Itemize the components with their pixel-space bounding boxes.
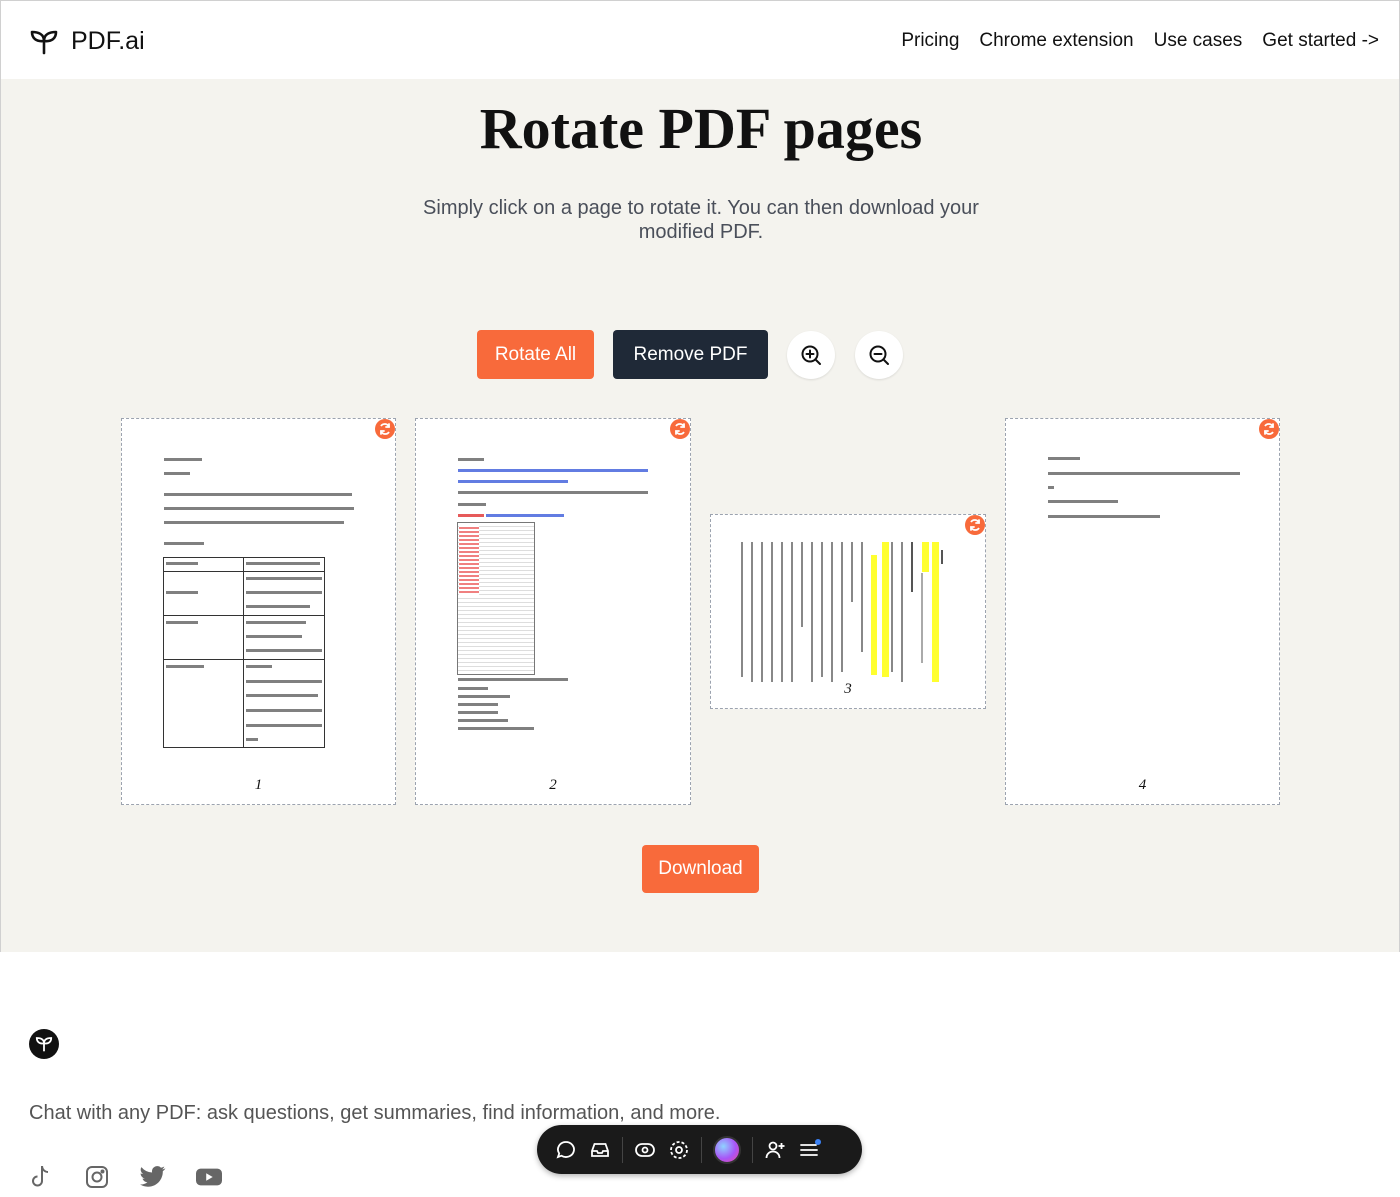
header: PDF.ai Pricing Chrome extension Use case…: [0, 0, 1400, 79]
rotate-page-icon[interactable]: [375, 419, 395, 439]
logo[interactable]: PDF.ai: [29, 27, 145, 56]
zoom-in-button[interactable]: [787, 330, 835, 379]
top-nav: Pricing Chrome extension Use cases Get s…: [901, 30, 1379, 52]
instagram-icon[interactable]: [84, 1164, 110, 1190]
rotate-page-icon[interactable]: [965, 515, 985, 535]
page-number: 2: [549, 777, 557, 793]
notification-dot: [815, 1138, 821, 1145]
page-number: 1: [254, 777, 263, 793]
nav-get-started[interactable]: Get started ->: [1262, 30, 1379, 52]
rotate-page-icon[interactable]: [1259, 419, 1279, 439]
chat-icon[interactable]: [549, 1133, 583, 1167]
menu-icon[interactable]: [792, 1133, 826, 1167]
page-subtitle: Simply click on a page to rotate it. You…: [423, 197, 979, 243]
nav-chrome-extension[interactable]: Chrome extension: [979, 30, 1133, 52]
footer-tagline: Chat with any PDF: ask questions, get su…: [29, 1102, 721, 1124]
inbox-icon[interactable]: [583, 1133, 617, 1167]
toolbar-divider: [752, 1136, 753, 1163]
logo-text: PDF.ai: [71, 27, 145, 55]
sprout-logo-icon: [30, 30, 58, 54]
footer-logo[interactable]: [29, 1029, 59, 1059]
twitter-icon[interactable]: [140, 1164, 166, 1190]
toolbar: Rotate All Remove PDF: [477, 330, 903, 379]
pdf-page-1[interactable]: 1: [121, 418, 396, 805]
eye-icon[interactable]: [628, 1133, 662, 1167]
rotate-all-button[interactable]: Rotate All: [477, 330, 594, 379]
nav-use-cases[interactable]: Use cases: [1154, 30, 1243, 52]
nav-pricing[interactable]: Pricing: [901, 30, 959, 52]
toolbar-divider: [701, 1136, 702, 1163]
sprout-logo-icon: [35, 1037, 53, 1052]
zoom-out-button[interactable]: [855, 330, 903, 379]
download-button[interactable]: Download: [642, 845, 759, 893]
page-number: 4: [1138, 777, 1147, 793]
tiktok-icon[interactable]: [28, 1164, 54, 1190]
pdf-page-4[interactable]: 4: [1005, 418, 1280, 805]
floating-toolbar: [537, 1125, 862, 1174]
zoom-out-icon: [869, 345, 889, 365]
zoom-in-icon: [801, 345, 821, 365]
social-links: [28, 1164, 222, 1190]
page-number: 3: [844, 681, 852, 697]
add-user-icon[interactable]: [758, 1133, 792, 1167]
target-icon[interactable]: [662, 1133, 696, 1167]
rotate-page-icon[interactable]: [670, 419, 690, 439]
toolbar-divider: [622, 1136, 623, 1163]
pdf-page-3[interactable]: 3: [710, 514, 986, 709]
youtube-icon[interactable]: [196, 1164, 222, 1190]
page-title: Rotate PDF pages: [479, 96, 923, 161]
remove-pdf-button[interactable]: Remove PDF: [613, 330, 768, 379]
avatar[interactable]: [707, 1133, 747, 1167]
main-section: Rotate PDF pages Simply click on a page …: [0, 79, 1400, 952]
pdf-page-2[interactable]: 2: [415, 418, 691, 805]
